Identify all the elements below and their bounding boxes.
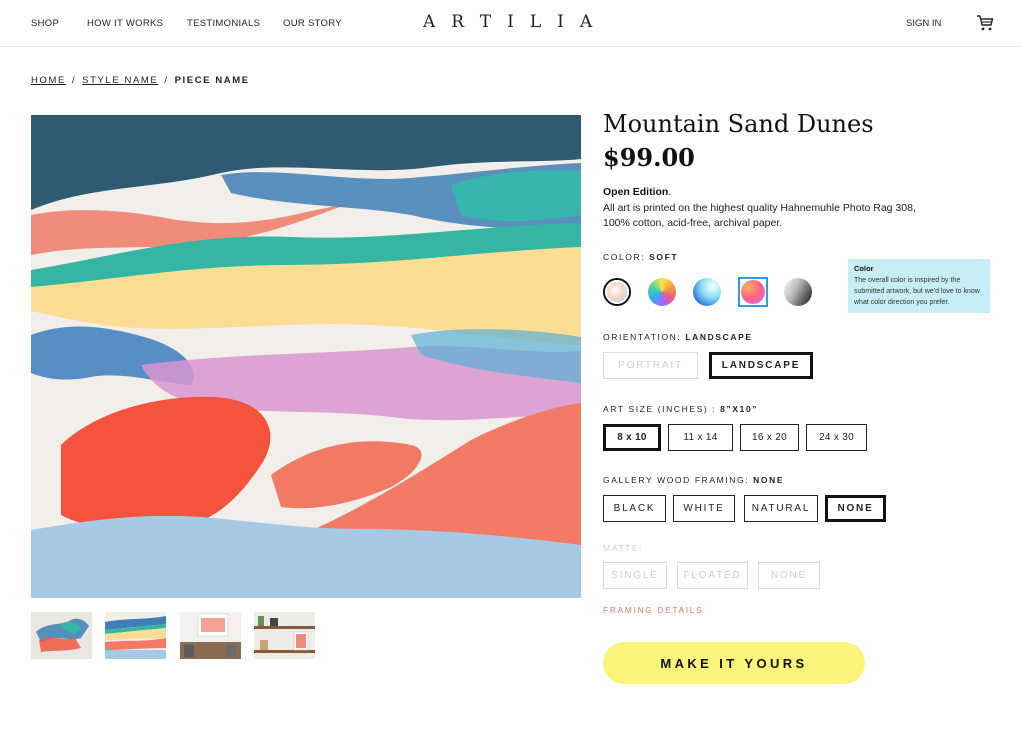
framing-label: GALLERY WOOD FRAMING: NONE xyxy=(603,475,784,485)
size-selected-value: 8”x10” xyxy=(720,404,759,414)
product-title: Mountain Sand Dunes xyxy=(603,110,874,138)
matte-single-button: SINGLE xyxy=(603,562,667,589)
tooltip-body: The overall color is inspired by the sub… xyxy=(854,277,980,306)
nav-shop[interactable]: SHOP xyxy=(31,18,59,29)
color-tooltip: Color The overall color is inspired by t… xyxy=(848,259,990,313)
make-it-yours-button[interactable]: MAKE IT YOURS xyxy=(603,642,865,684)
framing-label-text: GALLERY WOOD FRAMING: xyxy=(603,475,754,485)
breadcrumb-piece: PIECE NAME xyxy=(174,75,250,86)
nav-how-it-works[interactable]: HOW IT WORKS xyxy=(87,18,163,29)
framing-selected-value: NONE xyxy=(753,475,785,485)
color-swatch-bright[interactable] xyxy=(648,278,676,306)
size-11x14-button[interactable]: 11 x 14 xyxy=(668,424,733,451)
color-swatch-mono[interactable] xyxy=(784,278,812,306)
site-header: SHOP HOW IT WORKS TESTIMONIALS OUR STORY… xyxy=(0,0,1021,47)
orientation-landscape-button[interactable]: LANDSCAPE xyxy=(709,352,813,379)
color-label: COLOR: SOFT xyxy=(603,252,678,262)
color-swatch-ocean[interactable] xyxy=(693,278,721,306)
color-swatch-soft[interactable] xyxy=(603,278,631,306)
product-price: $99.00 xyxy=(603,143,695,172)
size-16x20-button[interactable]: 16 x 20 xyxy=(740,424,799,451)
color-swatch-warm[interactable] xyxy=(738,277,768,307)
breadcrumb: HOME / STYLE NAME / PIECE NAME xyxy=(31,75,250,86)
framing-details-link[interactable]: FRAMING DETAILS xyxy=(603,605,703,615)
breadcrumb-separator: / xyxy=(71,75,77,86)
framing-white-button[interactable]: WHITE xyxy=(673,495,735,522)
framing-black-button[interactable]: BLACK xyxy=(603,495,666,522)
size-label: ART SIZE (INCHES) : 8”x10” xyxy=(603,404,758,414)
tooltip-title: Color xyxy=(854,264,874,273)
nav-testimonials[interactable]: TESTIMONIALS xyxy=(187,18,260,29)
breadcrumb-separator: / xyxy=(164,75,169,86)
main-artwork-image xyxy=(31,115,581,598)
breadcrumb-style[interactable]: STYLE NAME xyxy=(82,75,158,86)
brand-logo[interactable]: ARTILIA xyxy=(423,12,608,32)
edition-label: Open Edition. xyxy=(603,186,671,198)
edition-label-suffix: . xyxy=(668,186,672,198)
thumbnail-1[interactable] xyxy=(31,612,92,659)
orientation-selected-value: LANDSCAPE xyxy=(685,332,753,342)
framing-natural-button[interactable]: NATURAL xyxy=(744,495,818,522)
nav-our-story[interactable]: OUR STORY xyxy=(283,18,342,29)
thumbnail-2[interactable] xyxy=(105,612,166,659)
color-selected-value: SOFT xyxy=(649,252,679,262)
breadcrumb-home[interactable]: HOME xyxy=(31,75,66,86)
matte-label: MATTE: xyxy=(603,543,644,553)
matte-floated-button: FLOATED xyxy=(677,562,748,589)
sign-in-link[interactable]: SIGN IN xyxy=(906,18,941,29)
framing-none-button[interactable]: NONE xyxy=(825,495,886,522)
size-8x10-button[interactable]: 8 x 10 xyxy=(603,424,661,451)
size-label-text: ART SIZE (INCHES) : xyxy=(603,404,721,414)
orientation-portrait-button[interactable]: PORTRAIT xyxy=(603,352,698,379)
size-24x30-button[interactable]: 24 x 30 xyxy=(806,424,867,451)
edition-label-text: Open Edition xyxy=(603,186,669,198)
cart-icon[interactable] xyxy=(976,14,994,32)
thumbnail-3[interactable] xyxy=(180,612,241,659)
orientation-label-text: ORIENTATION: xyxy=(603,332,686,342)
orientation-label: ORIENTATION: LANDSCAPE xyxy=(603,332,753,342)
color-label-text: COLOR: xyxy=(603,252,650,262)
thumbnail-4[interactable] xyxy=(254,612,315,659)
matte-none-button: NONE xyxy=(758,562,820,589)
product-description: All art is printed on the highest qualit… xyxy=(603,202,916,229)
